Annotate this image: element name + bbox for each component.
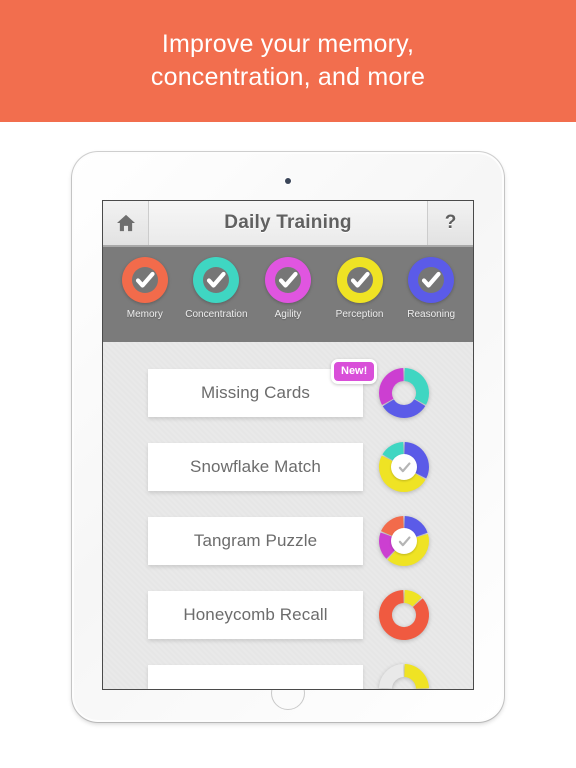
game-card[interactable]: Honeycomb Recall [148,591,363,639]
check-icon [135,271,155,288]
donut-segment [403,368,429,405]
donut-chart [379,590,429,640]
donut-segment [403,664,429,689]
donut-chart [379,664,429,689]
game-title: Snowflake Match [190,457,321,476]
screenshot-root: Improve your memory, concentration, and … [0,0,576,768]
donut-segments [379,368,429,418]
game-title: Tangram Puzzle [193,531,318,550]
completed-check-badge [391,528,417,554]
list-item[interactable]: Missing Cards New! [103,356,473,430]
promo-banner: Improve your memory, concentration, and … [0,0,576,122]
category-ring [121,257,168,303]
game-progress-donut [378,515,430,567]
category-ring [264,257,311,303]
game-card[interactable]: Snowflake Match [148,443,363,491]
game-title: Missing Cards [201,383,310,402]
donut-chart [379,368,429,418]
game-progress-donut [378,367,430,419]
camera-dot-icon [285,178,291,184]
category-item-concentration[interactable]: Concentration [181,257,251,320]
category-label: Agility [274,309,302,320]
category-item-reasoning[interactable]: Reasoning [396,257,466,320]
list-item[interactable]: Honeycomb Recall [103,578,473,652]
category-ring [193,257,240,303]
promo-headline: Improve your memory, concentration, and … [121,28,455,94]
category-ring [408,257,455,303]
check-icon [422,271,441,288]
donut-segment [379,532,396,559]
category-item-agility[interactable]: Agility [253,257,323,320]
list-item[interactable] [103,652,473,689]
category-label: Reasoning [407,309,456,320]
donut-segment [382,398,426,418]
titlebar-center: Daily Training [149,201,427,245]
promo-line-1: Improve your memory, [161,30,415,58]
game-title: Honeycomb Recall [183,605,328,624]
game-progress-donut [378,663,430,689]
category-label: Perception [335,309,384,320]
home-nav-button[interactable] [103,201,149,245]
category-label: Concentration [185,309,248,320]
donut-segment [403,590,422,607]
donut-segment [379,368,405,405]
completed-check-badge [391,454,417,480]
promo-line-2: concentration, and more [150,63,426,91]
status-badge: New! [331,359,378,384]
list-item[interactable]: Tangram Puzzle [103,504,473,578]
app-screen: Daily Training ? Memory Concentration Ag… [102,200,474,690]
game-list[interactable]: Missing Cards New! Snowflake Match Tangr… [103,342,473,689]
donut-segments [379,664,429,689]
list-item[interactable]: Snowflake Match [103,430,473,504]
check-icon [278,271,298,288]
donut-segment [379,664,405,689]
category-label: Memory [126,309,163,320]
category-item-memory[interactable]: Memory [110,257,180,320]
home-icon [116,214,135,232]
help-button[interactable]: ? [427,201,473,245]
donut-segments [379,590,429,640]
page-title: Daily Training [224,212,352,233]
category-ring [336,257,383,303]
game-progress-donut [378,589,430,641]
tablet-device: Daily Training ? Memory Concentration Ag… [72,152,504,722]
check-icon [207,271,226,288]
app-titlebar: Daily Training ? [103,201,473,247]
category-strip: Memory Concentration Agility Perception … [103,247,473,342]
game-card[interactable]: Tangram Puzzle [148,517,363,565]
check-icon [350,271,370,288]
check-icon [398,461,411,472]
check-icon [398,535,411,546]
game-card[interactable] [148,665,363,689]
game-progress-donut [378,441,430,493]
category-item-perception[interactable]: Perception [325,257,395,320]
help-icon-label: ? [444,212,457,233]
